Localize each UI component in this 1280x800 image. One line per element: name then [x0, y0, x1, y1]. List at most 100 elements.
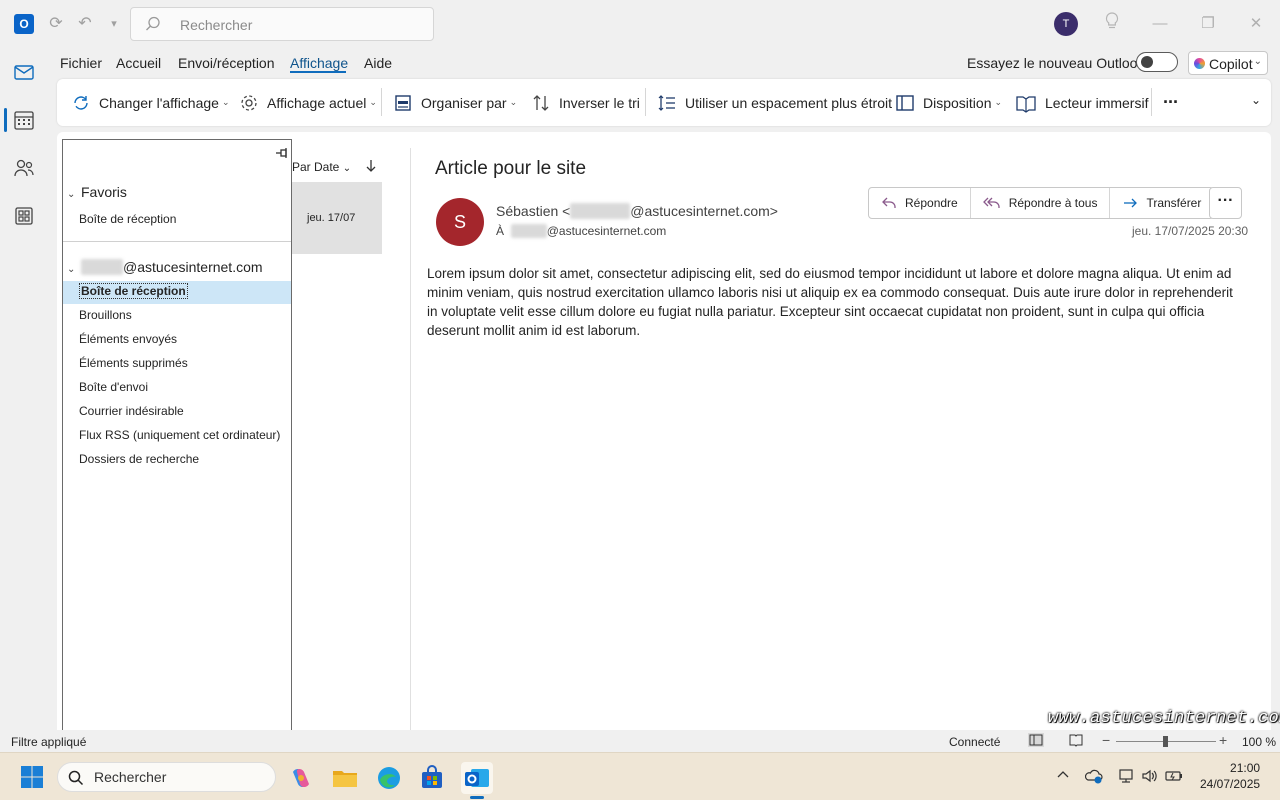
folder-rss[interactable]: Flux RSS (uniquement cet ordinateur) — [79, 428, 280, 442]
immersive-reader-button[interactable]: Lecteur immersif — [1015, 79, 1148, 126]
folder-drafts[interactable]: Brouillons — [79, 308, 132, 322]
sort-by-date-button[interactable]: Par Date ⌄ — [292, 160, 351, 174]
file-explorer-icon[interactable] — [329, 762, 361, 794]
onedrive-icon[interactable] — [1084, 768, 1103, 786]
battery-icon[interactable] — [1165, 768, 1183, 786]
reply-all-button[interactable]: Répondre à tous — [971, 188, 1111, 218]
more-options-button[interactable]: ··· — [1163, 79, 1179, 126]
active-menu-underline — [290, 71, 346, 73]
pin-icon[interactable] — [275, 146, 289, 160]
account-header[interactable]: ⌄ tutoriel@astucesinternet.com — [67, 259, 263, 275]
account-name-redacted: tutoriel — [81, 259, 124, 275]
reverse-sort-button[interactable]: Inverser le tri — [531, 79, 640, 126]
message-subject: Article pour le site — [435, 158, 587, 179]
chevron-down-icon: ⌄ — [67, 189, 76, 200]
maximize-button[interactable]: ❐ — [1196, 12, 1220, 36]
normal-view-icon[interactable] — [1028, 733, 1044, 747]
sort-label: Par Date — [292, 160, 340, 174]
menu-affichage[interactable]: Affichage — [290, 55, 348, 71]
layout-button[interactable]: Disposition ⌄ — [895, 79, 1002, 126]
people-icon[interactable] — [12, 156, 36, 180]
search-box[interactable]: Rechercher — [130, 7, 434, 41]
folder-inbox[interactable]: Boîte de réception — [79, 283, 188, 299]
volume-icon[interactable] — [1141, 768, 1159, 786]
favorites-label: Favoris — [81, 184, 127, 200]
system-clock[interactable]: 21:00 24/07/2025 — [1200, 760, 1260, 792]
favorites-header[interactable]: ⌄ Favoris — [67, 184, 127, 200]
forward-button[interactable]: Transférer — [1110, 188, 1213, 218]
taskbar: Rechercher 21:00 24/07/2025 — [0, 752, 1280, 800]
change-view-label: Changer l'affichage — [99, 94, 219, 111]
menu-envoi-reception[interactable]: Envoi/réception — [178, 55, 275, 71]
lightbulb-icon[interactable] — [1100, 12, 1124, 36]
sort-arrows-icon — [533, 94, 549, 111]
compact-spacing-label: Utiliser un espacement plus étroit — [685, 94, 892, 111]
reply-icon — [882, 197, 896, 208]
sender-avatar[interactable]: S — [436, 198, 484, 246]
immersive-reader-label: Lecteur immersif — [1045, 94, 1149, 111]
copilot-taskbar-icon[interactable] — [285, 762, 317, 794]
folder-outbox[interactable]: Boîte d'envoi — [79, 380, 148, 394]
account-domain: @astucesinternet.com — [123, 259, 263, 275]
change-view-button[interactable]: Changer l'affichage ⌄ — [71, 79, 230, 126]
zoom-out-button[interactable]: − — [1102, 732, 1110, 748]
copilot-button[interactable]: Copilot ⌄ — [1188, 51, 1268, 75]
compact-spacing-button[interactable]: Utiliser un espacement plus étroit — [657, 79, 892, 126]
search-icon — [68, 770, 84, 786]
zoom-in-button[interactable]: + — [1219, 732, 1227, 748]
arrange-by-button[interactable]: Organiser par ⌄ — [393, 79, 517, 126]
sender-line[interactable]: Sébastien <sebastien@astucesinternet.com… — [496, 203, 778, 219]
edge-browser-icon[interactable] — [373, 762, 405, 794]
layout-label: Disposition — [923, 94, 992, 111]
reading-view-icon[interactable] — [1068, 733, 1084, 747]
menu-aide[interactable]: Aide — [364, 55, 392, 71]
to-label: À — [496, 224, 505, 238]
copilot-label: Copilot — [1209, 56, 1253, 72]
pane-divider[interactable] — [410, 148, 411, 730]
undo-icon[interactable]: ↶ — [75, 14, 95, 34]
apps-icon[interactable] — [12, 204, 36, 228]
customize-toolbar-icon[interactable]: ▾ — [104, 14, 124, 34]
current-view-button[interactable]: Affichage actuel ⌄ — [239, 79, 377, 126]
zoom-slider-thumb[interactable] — [1163, 736, 1168, 747]
rail-selection-indicator — [4, 108, 7, 132]
favorites-item-inbox[interactable]: Boîte de réception — [79, 212, 176, 226]
reply-button[interactable]: Répondre — [869, 188, 971, 218]
ribbon: Changer l'affichage ⌄ Affichage actuel ⌄ O… — [57, 79, 1271, 126]
folder-pane: ⌄ Favoris Boîte de réception ⌄ tutoriel@as… — [62, 139, 292, 735]
folder-sent[interactable]: Éléments envoyés — [79, 332, 177, 346]
status-bar: Filtre appliqué Connecté − + 100 % — [0, 730, 1280, 752]
taskbar-search[interactable]: Rechercher — [57, 762, 276, 792]
title-bar: O ⟳ ↶ ▾ Rechercher T — ❐ ✕ — [0, 0, 1280, 48]
microsoft-store-icon[interactable] — [416, 762, 448, 794]
calendar-icon[interactable] — [12, 108, 36, 132]
network-icon[interactable] — [1117, 768, 1135, 786]
message-more-button[interactable]: ··· — [1209, 187, 1242, 219]
folder-search[interactable]: Dossiers de recherche — [79, 452, 199, 466]
connection-status: Connecté — [949, 735, 1001, 749]
windows-start-icon[interactable] — [20, 765, 44, 789]
outlook-taskbar-icon[interactable] — [461, 762, 493, 794]
new-outlook-toggle[interactable] — [1136, 52, 1178, 72]
sort-direction-icon[interactable] — [364, 158, 378, 174]
sync-icon[interactable]: ⟳ — [46, 14, 66, 34]
mail-icon[interactable] — [12, 60, 36, 84]
user-avatar[interactable]: T — [1054, 12, 1078, 36]
folder-deleted[interactable]: Éléments supprimés — [79, 356, 188, 370]
menu-fichier[interactable]: Fichier — [60, 55, 102, 71]
ribbon-separator — [645, 88, 646, 116]
close-button[interactable]: ✕ — [1244, 12, 1268, 36]
chevron-down-icon: ⌄ — [342, 163, 352, 174]
arrange-icon — [395, 94, 411, 111]
forward-icon — [1124, 198, 1138, 208]
folder-junk[interactable]: Courrier indésirable — [79, 404, 184, 418]
show-hidden-icons[interactable] — [1054, 768, 1072, 786]
message-list-item[interactable]: jeu. 17/07 — [292, 182, 382, 254]
chevron-down-icon[interactable]: ⌄ — [1251, 93, 1261, 107]
minimize-button[interactable]: — — [1148, 12, 1172, 36]
forward-label: Transférer — [1146, 196, 1202, 210]
menu-accueil[interactable]: Accueil — [116, 55, 161, 71]
try-new-outlook-label: Essayez le nouveau Outlook — [967, 55, 1145, 71]
reverse-sort-label: Inverser le tri — [559, 94, 640, 111]
zoom-level[interactable]: 100 % — [1242, 735, 1276, 749]
